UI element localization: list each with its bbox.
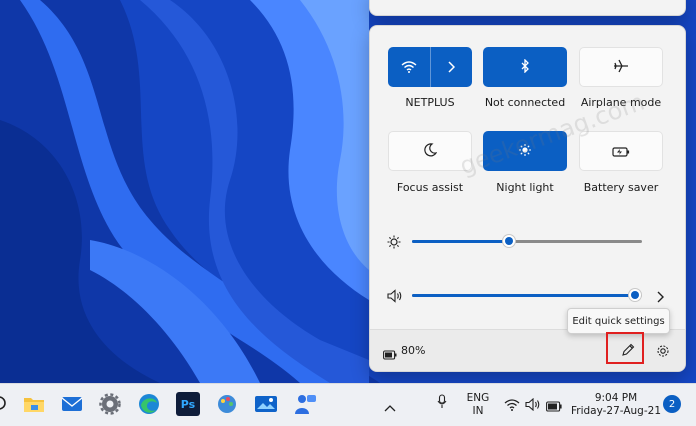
photoshop-label: Ps <box>180 397 196 411</box>
battery-saver-tile[interactable] <box>579 131 663 171</box>
teams-icon[interactable] <box>293 392 317 416</box>
notification-badge[interactable]: 2 <box>663 395 681 413</box>
clock-date: Friday-27-Aug-21 <box>571 405 661 417</box>
battery-saver-icon <box>612 142 630 161</box>
edit-quick-settings-tooltip: Edit quick settings <box>567 308 670 334</box>
wifi-label: NETPLUS <box>405 96 455 109</box>
settings-icon[interactable] <box>98 392 122 416</box>
photos-icon[interactable] <box>254 392 278 416</box>
highlight-box <box>606 332 644 364</box>
paint-icon[interactable] <box>215 392 239 416</box>
volume-slider-thumb[interactable] <box>628 288 642 302</box>
search-icon[interactable] <box>0 392 12 416</box>
chevron-right-icon[interactable] <box>656 288 664 307</box>
focus-assist-label: Focus assist <box>396 181 464 194</box>
language-line1: ENG <box>466 392 490 404</box>
battery-icon[interactable] <box>546 397 562 416</box>
settings-button[interactable] <box>656 343 670 362</box>
brightness-slider-thumb[interactable] <box>502 234 516 248</box>
microphone-icon[interactable] <box>437 394 447 413</box>
mail-icon[interactable] <box>60 392 84 416</box>
bluetooth-tile[interactable] <box>483 47 567 87</box>
night-light-tile[interactable] <box>483 131 567 171</box>
language-line2: IN <box>472 405 484 417</box>
bluetooth-label: Not connected <box>484 96 566 109</box>
bluetooth-icon <box>520 57 530 77</box>
photoshop-icon[interactable]: Ps <box>176 392 200 416</box>
battery-percentage: 80% <box>401 344 426 357</box>
airplane-icon <box>613 58 629 77</box>
speaker-icon[interactable] <box>387 288 403 307</box>
focus-assist-tile[interactable] <box>388 131 472 171</box>
chevron-right-icon[interactable] <box>431 47 473 87</box>
battery-saver-label: Battery saver <box>583 181 659 194</box>
edge-icon[interactable] <box>137 392 161 416</box>
chevron-up-icon[interactable] <box>384 397 396 416</box>
airplane-mode-tile[interactable] <box>579 47 663 87</box>
language-indicator[interactable]: ENG IN <box>463 392 493 418</box>
sun-icon <box>518 142 532 161</box>
airplane-mode-label: Airplane mode <box>580 96 662 109</box>
clock-time: 9:04 PM <box>594 392 638 404</box>
night-light-label: Night light <box>496 181 554 194</box>
wifi-icon[interactable] <box>388 47 430 87</box>
file-explorer-icon[interactable] <box>22 392 46 416</box>
brightness-icon <box>387 234 401 253</box>
clock[interactable]: 9:04 PM Friday-27-Aug-21 <box>570 392 662 418</box>
battery-icon <box>383 345 397 364</box>
brightness-slider[interactable] <box>412 234 642 248</box>
wifi-tile[interactable] <box>388 47 472 87</box>
volume-slider[interactable] <box>412 288 642 302</box>
brightness-slider-fill <box>412 240 509 243</box>
moon-icon <box>423 142 438 161</box>
gear-icon <box>656 343 670 362</box>
volume-slider-fill <box>412 294 635 297</box>
volume-icon[interactable] <box>525 396 541 415</box>
notification-panel-edge <box>369 0 686 16</box>
network-icon[interactable] <box>504 396 520 415</box>
